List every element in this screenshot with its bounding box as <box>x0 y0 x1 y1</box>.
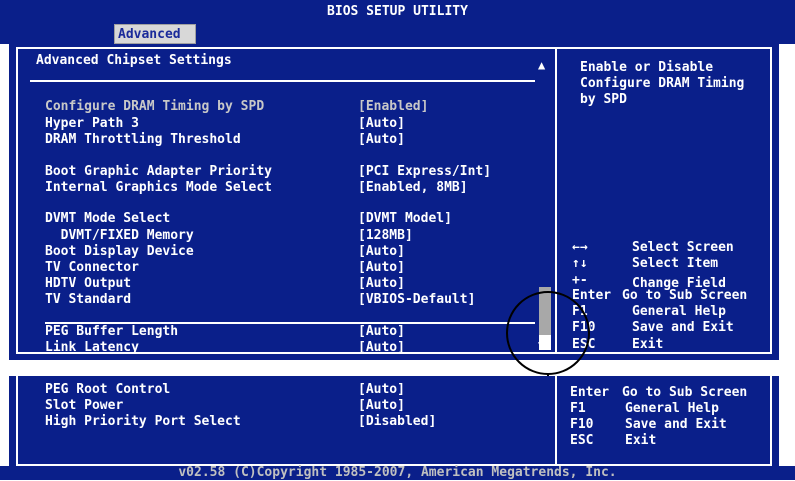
key-name: Enter <box>570 385 610 400</box>
key-name: ESC <box>570 433 594 448</box>
setting-value[interactable]: [Auto] <box>358 398 405 414</box>
key-description: Exit <box>625 433 657 448</box>
setting-value[interactable]: [Disabled] <box>358 414 436 430</box>
key-name: F10 <box>570 417 594 432</box>
setting-label[interactable]: High Priority Port Select <box>45 414 241 430</box>
lower-divider <box>555 376 557 464</box>
key-description: General Help <box>625 401 719 416</box>
key-description: Go to Sub Screen <box>622 385 748 400</box>
setting-label[interactable]: PEG Root Control <box>45 382 170 398</box>
callout-circle <box>506 291 590 375</box>
key-description: Save and Exit <box>625 417 727 432</box>
setting-value[interactable]: [Auto] <box>358 382 405 398</box>
key-name: F1 <box>570 401 586 416</box>
setting-label[interactable]: Slot Power <box>45 398 123 414</box>
copyright-footer: v02.58 (C)Copyright 1985-2007, American … <box>178 465 617 480</box>
